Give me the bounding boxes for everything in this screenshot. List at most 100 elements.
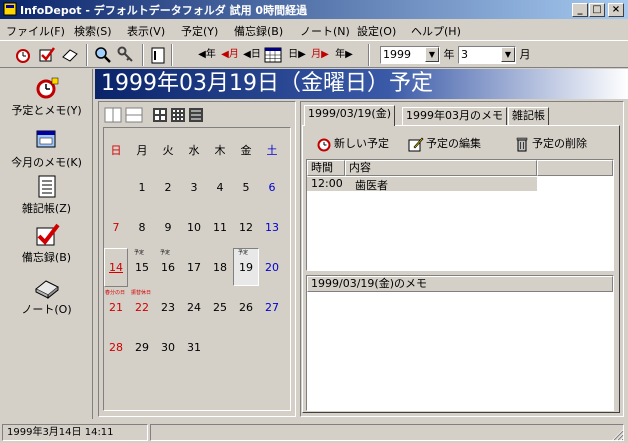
weekday-wednesday: 水: [188, 144, 200, 157]
calendar-day[interactable]: 27: [259, 301, 285, 314]
maximize-button[interactable]: □: [589, 3, 605, 17]
calendar-day[interactable]: 23: [155, 301, 181, 314]
calendar-day[interactable]: 5: [233, 181, 259, 194]
menu-reminder[interactable]: 備忘録(B): [234, 23, 283, 39]
column-header-time[interactable]: 時間: [307, 160, 345, 176]
month-label: 月: [519, 48, 531, 61]
calendar-icon[interactable]: [264, 45, 282, 65]
sidebar-item-notebook[interactable]: 雑記帳(Z): [0, 174, 93, 216]
next-month-button[interactable]: 月▶: [310, 45, 330, 65]
menu-schedule[interactable]: 予定(Y): [181, 23, 218, 39]
eraser-icon[interactable]: [60, 45, 80, 65]
calendar-day[interactable]: 16: [155, 261, 181, 274]
search-icon[interactable]: [93, 45, 113, 65]
calendar-day[interactable]: 31: [181, 341, 207, 354]
calendar-day-today[interactable]: 14: [103, 261, 129, 274]
calendar-day[interactable]: 6: [259, 181, 285, 194]
calendar-day[interactable]: 17: [181, 261, 207, 274]
day-note: 予定: [238, 250, 249, 256]
key-icon[interactable]: [116, 45, 136, 65]
calendar-day[interactable]: 1: [129, 181, 155, 194]
month-view-icon[interactable]: [152, 107, 206, 123]
next-day-button[interactable]: 日▶: [287, 45, 307, 65]
calendar-day[interactable]: 10: [181, 221, 207, 234]
calendar-day[interactable]: 7: [103, 221, 129, 234]
calendar-day[interactable]: 25: [207, 301, 233, 314]
weekday-saturday: 土: [266, 144, 278, 157]
calendar-day[interactable]: 2: [155, 181, 181, 194]
calendar-day[interactable]: 3: [181, 181, 207, 194]
monthly-memo-icon: [36, 130, 55, 148]
menu-help[interactable]: ヘルプ(H): [411, 23, 461, 39]
chevron-down-icon[interactable]: ▼: [425, 47, 439, 62]
alarm-clock-icon: [36, 77, 58, 99]
calendar-day[interactable]: 9: [155, 221, 181, 234]
calendar-day[interactable]: 24: [181, 301, 207, 314]
calendar-day[interactable]: 4: [207, 181, 233, 194]
new-schedule-label: 新しい予定: [334, 137, 389, 150]
sidebar-item-label: 今月のメモ(K): [11, 156, 82, 169]
menu-settings[interactable]: 設定(O): [357, 23, 396, 39]
title-bar: InfoDepot - デフォルトデータフォルダ 試用 0時間経過 _ □ ×: [0, 0, 628, 19]
calendar-day[interactable]: 18: [207, 261, 233, 274]
sidebar-item-schedule-memo[interactable]: 予定とメモ(Y): [0, 76, 93, 118]
schedule-content: 歯医者: [355, 179, 388, 192]
week-view-icon[interactable]: [104, 107, 144, 123]
layout-icon[interactable]: [150, 45, 166, 65]
column-header-content[interactable]: 内容: [345, 160, 537, 176]
sidebar-item-label: 備忘録(B): [21, 251, 72, 264]
year-label: 年: [443, 48, 455, 61]
calendar-day[interactable]: 30: [155, 341, 181, 354]
calendar-day[interactable]: 21: [103, 301, 129, 314]
calendar-day[interactable]: 13: [259, 221, 285, 234]
minimize-button[interactable]: _: [572, 3, 588, 17]
prev-year-button[interactable]: ◀年: [196, 45, 218, 65]
calendar-day[interactable]: 28: [103, 341, 129, 354]
chevron-down-icon[interactable]: ▼: [501, 47, 515, 62]
close-button[interactable]: ×: [608, 3, 624, 17]
tab-notebook[interactable]: 雑記帳: [508, 107, 549, 125]
tab-monthly-memo[interactable]: 1999年03月のメモ: [402, 107, 507, 125]
month-select[interactable]: 3 ▼: [458, 46, 516, 64]
menu-note[interactable]: ノート(N): [300, 23, 350, 39]
calendar-day[interactable]: 11: [207, 221, 233, 234]
checkbox-icon[interactable]: [38, 45, 56, 65]
memo-header: 1999/03/19(金)のメモ: [307, 276, 613, 292]
calendar-day[interactable]: 12: [233, 221, 259, 234]
calendar-day[interactable]: 8: [129, 221, 155, 234]
menu-search[interactable]: 検索(S): [74, 23, 112, 39]
toolbar-separator: [368, 44, 370, 66]
delete-schedule-label: 予定の削除: [532, 137, 587, 150]
day-note: 予定: [134, 250, 145, 256]
resize-grip-icon[interactable]: [612, 429, 624, 441]
tab-day[interactable]: 1999/03/19(金): [304, 105, 395, 126]
toolbar-separator: [142, 44, 144, 66]
edit-schedule-button[interactable]: 予定の編集: [408, 135, 481, 152]
sidebar-item-label: 予定とメモ(Y): [11, 104, 82, 117]
year-select[interactable]: 1999 ▼: [380, 46, 440, 64]
checkmark-icon: [36, 223, 60, 246]
prev-month-button[interactable]: ◀月: [220, 45, 240, 65]
sidebar-item-reminder[interactable]: 備忘録(B): [0, 223, 93, 265]
sidebar-item-note[interactable]: ノート(O): [0, 275, 93, 317]
new-schedule-button[interactable]: 新しい予定: [316, 135, 389, 152]
calendar-day[interactable]: 15: [129, 261, 155, 274]
menu-view[interactable]: 表示(V): [127, 23, 165, 39]
memo-box[interactable]: 1999/03/19(金)のメモ: [306, 275, 614, 411]
toolbar: ◀年 ◀月 ◀日 日▶ 月▶ 年▶ 1999 ▼ 年 3 ▼ 月: [0, 40, 628, 68]
calendar-day-selected[interactable]: 19: [233, 261, 259, 274]
sidebar: 予定とメモ(Y) 今月のメモ(K) 雑記帳(Z) 備忘録(B) ノート(O): [0, 69, 93, 419]
next-year-button[interactable]: 年▶: [333, 45, 355, 65]
table-row[interactable]: 12:00 歯医者: [307, 177, 537, 192]
alarm-clock-icon[interactable]: [14, 45, 32, 65]
column-header-blank[interactable]: [537, 160, 613, 176]
calendar-day[interactable]: 26: [233, 301, 259, 314]
calendar-day[interactable]: 29: [129, 341, 155, 354]
calendar-day[interactable]: 22: [129, 301, 155, 314]
menu-file[interactable]: ファイル(F): [6, 23, 65, 39]
year-select-value: 1999: [383, 48, 411, 61]
calendar-day[interactable]: 20: [259, 261, 285, 274]
sidebar-item-monthly-memo[interactable]: 今月のメモ(K): [0, 128, 93, 170]
prev-day-button[interactable]: ◀日: [242, 45, 262, 65]
delete-schedule-button[interactable]: 予定の削除: [514, 135, 587, 152]
